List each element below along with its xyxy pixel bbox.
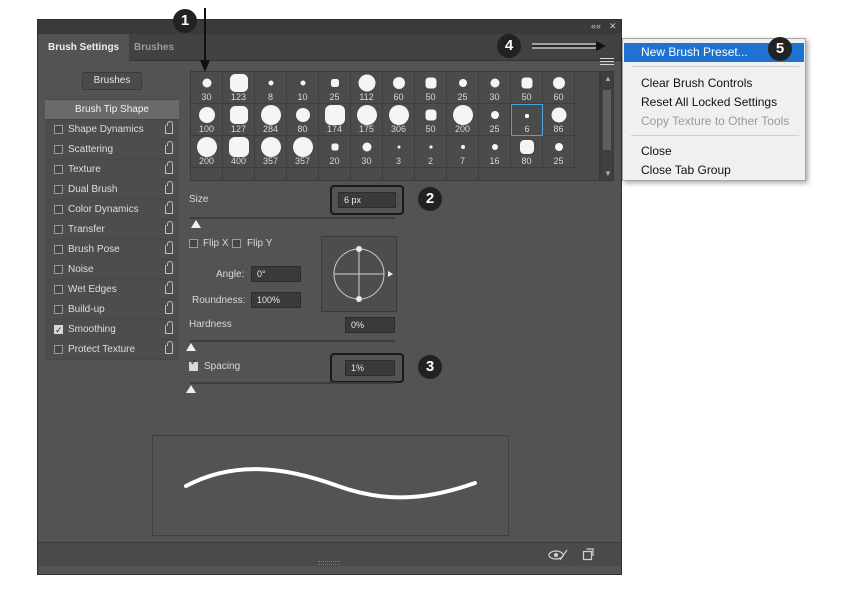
callout-badge-5: 5 xyxy=(768,37,792,61)
callout-badge-3: 3 xyxy=(418,355,442,379)
callout-badge-2: 2 xyxy=(418,187,442,211)
callout-badge-4: 4 xyxy=(497,34,521,58)
callout-arrows xyxy=(200,8,606,72)
callout-badge-1: 1 xyxy=(173,9,197,33)
